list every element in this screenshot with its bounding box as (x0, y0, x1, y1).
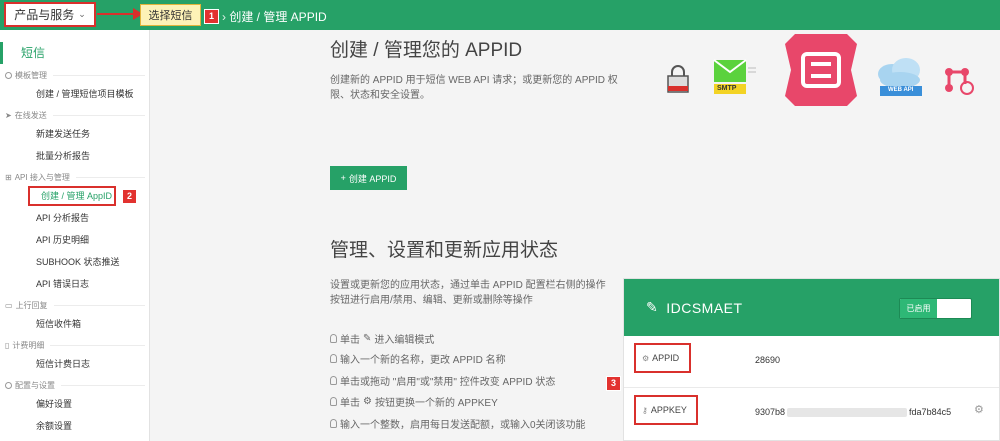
sidebar-group-api: ⊞ API 接入与管理 (0, 170, 149, 184)
tooltip-label: 选择短信 (148, 10, 193, 22)
sidebar-group-template: 模板管理 (0, 68, 149, 82)
row-divider (624, 387, 999, 388)
appkey-label: ⚷ APPKEY (634, 395, 698, 425)
appkey-label-text: APPKEY (650, 405, 687, 415)
page-description: 创建新的 APPID 用于短信 WEB API 请求；或更新您的 APPID 权… (330, 75, 618, 101)
sidebar-item-appid-active[interactable]: 创建 / 管理 AppID (28, 186, 116, 206)
tip-text: 单击 (340, 398, 360, 409)
appid-label: ⚙ APPID (634, 343, 691, 373)
sidebar-item-balance[interactable]: 余额设置 (0, 416, 149, 436)
sidebar-item-new-task[interactable]: 新建发送任务 (0, 124, 149, 144)
app-status-toggle[interactable]: 已启用 (899, 298, 972, 319)
reply-group-icon: ▭ (5, 300, 13, 310)
sidebar-item-billing-log[interactable]: 短信计费日志 (0, 354, 149, 374)
sidebar-group-label: 在线发送 (14, 110, 47, 120)
step-badge-3: 3 (606, 376, 621, 391)
breadcrumb-separator: › (222, 10, 226, 24)
tip-text: 输入一个新的名称，更改 APPID 名称 (340, 355, 506, 366)
sidebar-item-template[interactable]: 创建 / 管理短信项目模板 (0, 84, 149, 104)
appkey-redacted (787, 408, 908, 418)
chevron-down-icon: ⌄ (78, 9, 86, 19)
key-icon: ⚷ (642, 405, 648, 415)
pencil-icon: ✎ (363, 333, 372, 344)
page-title: 创建 / 管理您的 APPID (330, 40, 523, 61)
gear-icon[interactable]: ⚙ (974, 403, 984, 416)
gear-icon: ⚙ (642, 353, 650, 363)
webapi-label: WEB API (888, 87, 914, 93)
breadcrumb-current: 创建 / 管理 APPID (229, 10, 327, 24)
sidebar-item-api-history[interactable]: API 历史明细 (0, 230, 149, 250)
sidebar-group-label: 配置与设置 (15, 380, 55, 390)
smtp-label: SMTP (717, 85, 737, 92)
app-card: ✎ IDCSMAET 已启用 ⚙ APPID 28690 ⚷ APPKEY 93… (623, 278, 1000, 441)
billing-group-icon: ▯ (5, 340, 10, 350)
bulb-icon (330, 419, 337, 428)
bulb-icon (330, 354, 337, 363)
sidebar-item-inbox[interactable]: 短信收件箱 (0, 314, 149, 334)
tip-item: 输入一个整数，启用每日发送配额，或输入0关闭该功能 (330, 416, 586, 431)
tip-text: 单击或拖动 "启用"或"禁用" 控件改变 APPID 状态 (340, 377, 556, 388)
tip-item: 单击 ✎ 进入编辑模式 (330, 331, 434, 346)
create-appid-button[interactable]: + 创建 APPID (330, 166, 407, 190)
gear-network-icon (945, 68, 974, 95)
sidebar-group-label: 计费明细 (12, 340, 45, 350)
toggle-enabled-label: 已启用 (900, 299, 937, 318)
step-badge-2: 2 (122, 189, 137, 204)
appid-label-text: APPID (652, 353, 680, 363)
tip-item: 输入一个新的名称，更改 APPID 名称 (330, 351, 506, 366)
products-menu-button[interactable]: 产品与服务 ⌄ (4, 2, 96, 27)
tip-item: 单击 ⚙ 按钮更换一个新的 APPKEY (330, 394, 498, 409)
section-title: 管理、设置和更新应用状态 (330, 240, 559, 261)
template-group-icon (5, 71, 12, 79)
sidebar-group-label: 模板管理 (15, 70, 47, 80)
sidebar-item-api-report[interactable]: API 分析报告 (0, 208, 149, 228)
sidebar-title[interactable]: 短信 (0, 42, 149, 64)
tip-text: 进入编辑模式 (374, 335, 435, 346)
app-name-text: IDCSMAET (666, 299, 743, 316)
plus-icon: + (340, 173, 346, 183)
tip-item: 单击或拖动 "启用"或"禁用" 控件改变 APPID 状态 (330, 373, 555, 388)
main-content: 创建 / 管理您的 APPID 创建新的 APPID 用于短信 WEB API … (150, 30, 1000, 441)
sidebar-group-billing: ▯ 计费明细 (0, 338, 149, 352)
section-description: 设置或更新您的应用状态，通过单击 APPID 配置栏右侧的操作按钮进行启用/禁用… (330, 280, 606, 306)
app-logo-icon (785, 34, 857, 106)
sidebar-group-reply: ▭ 上行回复 (0, 298, 149, 312)
select-sms-tooltip: 选择短信 (140, 4, 201, 26)
sidebar-item-subhook[interactable]: SUBHOOK 状态推送 (0, 252, 149, 272)
sidebar-group-send: ➤ 在线发送 (0, 108, 149, 122)
appkey-suffix: fda7b84c5 (909, 407, 952, 417)
sidebar: 短信 模板管理 创建 / 管理短信项目模板 ➤ 在线发送 新建发送任务 批量分析报… (0, 30, 150, 441)
sidebar-group-label: API 接入与管理 (14, 172, 70, 182)
bulb-icon (330, 397, 337, 406)
breadcrumb: › 创建 / 管理 APPID (222, 8, 327, 25)
create-appid-label: 创建 APPID (348, 173, 397, 184)
products-menu-label: 产品与服务 (14, 8, 75, 22)
send-group-icon: ➤ (5, 110, 12, 120)
gear-icon: ⚙ (363, 396, 372, 407)
app-card-header: ✎ IDCSMAET 已启用 (624, 279, 999, 336)
step-badge-1: 1 (204, 9, 219, 24)
api-group-icon: ⊞ (5, 172, 12, 182)
sidebar-group-settings: 配置与设置 (0, 378, 149, 392)
sidebar-group-label: 上行回复 (15, 300, 48, 310)
lock-icon (667, 65, 689, 93)
appkey-prefix: 9307b8 (755, 407, 786, 417)
bulb-icon (330, 334, 337, 343)
settings-group-icon (5, 381, 12, 389)
sidebar-item-api-errors[interactable]: API 错误日志 (0, 274, 149, 294)
pencil-icon[interactable]: ✎ (646, 299, 658, 316)
sidebar-item-batch-report[interactable]: 批量分析报告 (0, 146, 149, 166)
sidebar-item-preferences[interactable]: 偏好设置 (0, 394, 149, 414)
tip-text: 按钮更换一个新的 APPKEY (374, 398, 498, 409)
tip-text: 单击 (340, 335, 360, 346)
bulb-icon (330, 376, 337, 385)
tip-text: 输入一个整数，启用每日发送配额，或输入0关闭该功能 (340, 420, 586, 431)
appkey-value: 9307b8 fda7b84c5 (755, 407, 952, 418)
app-name[interactable]: ✎ IDCSMAET (646, 299, 743, 316)
appid-value: 28690 (755, 355, 781, 365)
